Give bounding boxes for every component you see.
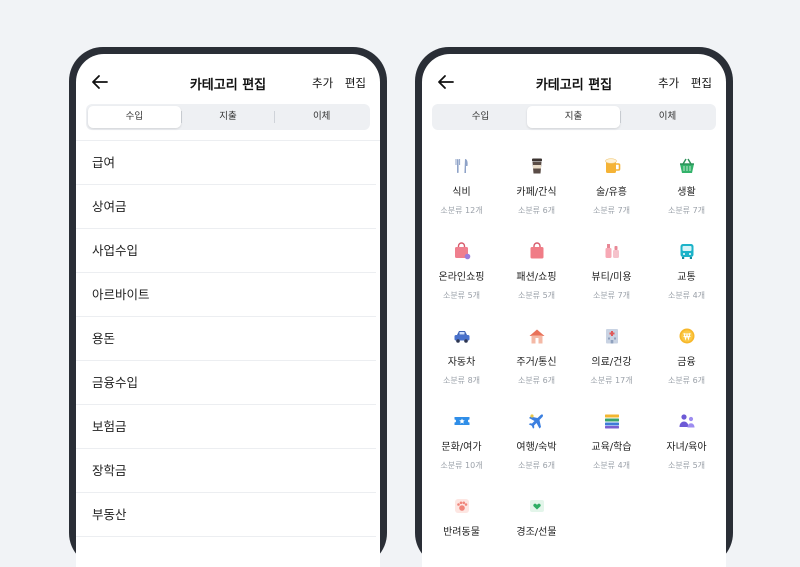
category-list-item[interactable]: 상여금 (76, 185, 376, 229)
subcategory-count: 소분류 5개 (442, 291, 481, 300)
left-phone-frame: 카테고리 편집 추가 편집 수입 지출 이체 급여 상여금 사업수입 아르바이트 용돈 금… (69, 47, 387, 567)
category-name: 식비 (452, 187, 471, 198)
beer-mug-icon (604, 158, 620, 173)
right-phone-frame: 카테고리 편집 추가 편집 수입 지출 이체 식비 소분류 12개 카페/간식 소분류… (415, 47, 733, 567)
category-name: 뷰티/미용 (591, 272, 632, 283)
category-name: 경조/선물 (516, 527, 557, 538)
tab-income[interactable]: 수입 (88, 106, 181, 128)
type-segmented-control: 수입 지출 이체 (86, 104, 370, 130)
coffee-cup-icon (531, 158, 542, 174)
subcategory-count: 소분류 4개 (667, 291, 706, 300)
ticket-icon (454, 417, 469, 425)
category-tile[interactable]: 반려동물 (424, 488, 499, 567)
family-icon (679, 414, 694, 428)
category-name: 술/유흥 (596, 187, 627, 198)
fork-knife-icon (455, 159, 468, 173)
category-tile[interactable]: 카페/간식소분류 6개 (499, 148, 574, 233)
category-name: 문화/여가 (441, 442, 482, 453)
category-name: 생활 (677, 187, 696, 198)
edit-button[interactable]: 편집 (691, 76, 712, 90)
category-name: 자동차 (447, 357, 476, 368)
income-category-list: 급여 상여금 사업수입 아르바이트 용돈 금융수입 보험금 장학금 부동산 (76, 140, 380, 537)
tab-transfer[interactable]: 이체 (621, 106, 714, 128)
category-tile[interactable]: 온라인쇼핑소분류 5개 (424, 233, 499, 318)
category-tile[interactable]: 금융소분류 6개 (649, 318, 724, 403)
category-list-item[interactable]: 급여 (76, 141, 376, 185)
subcategory-count: 소분류 7개 (592, 206, 631, 215)
bus-icon (680, 244, 693, 259)
right-screen: 카테고리 편집 추가 편집 수입 지출 이체 식비 소분류 12개 카페/간식 소분류… (422, 54, 726, 567)
category-tile[interactable]: 여행/숙박소분류 6개 (499, 403, 574, 488)
category-name: 카페/간식 (516, 187, 557, 198)
tab-income[interactable]: 수입 (434, 106, 527, 128)
category-name: 패션/쇼핑 (516, 272, 557, 283)
basket-icon (679, 158, 694, 173)
category-name: 여행/숙박 (516, 442, 557, 453)
tab-expense[interactable]: 지출 (182, 106, 275, 128)
subcategory-count: 소분류 8개 (442, 376, 481, 385)
category-list-item[interactable]: 용돈 (76, 317, 376, 361)
subcategory-count: 소분류 10개 (440, 461, 483, 470)
category-tile[interactable]: 자동차소분류 8개 (424, 318, 499, 403)
subcategory-count: 소분류 17개 (590, 376, 633, 385)
edit-button[interactable]: 편집 (345, 76, 366, 90)
category-list-item[interactable]: 사업수입 (76, 229, 376, 273)
airplane-icon (528, 414, 543, 429)
cosmetics-icon (605, 244, 619, 258)
category-list-item[interactable]: 아르바이트 (76, 273, 376, 317)
add-button[interactable]: 추가 (658, 76, 679, 90)
category-list-item[interactable]: 보험금 (76, 405, 376, 449)
subcategory-count: 소분류 6개 (517, 461, 556, 470)
category-name: 의료/건강 (591, 357, 632, 368)
won-coin-icon (679, 328, 694, 344)
hospital-icon (605, 329, 618, 344)
category-tile[interactable]: 의료/건강소분류 17개 (574, 318, 649, 403)
category-name: 금융 (677, 357, 696, 368)
category-tile[interactable]: 패션/쇼핑소분류 5개 (499, 233, 574, 318)
subcategory-count: 소분류 6개 (667, 376, 706, 385)
category-tile[interactable]: 문화/여가소분류 10개 (424, 403, 499, 488)
category-tile[interactable]: 뷰티/미용소분류 7개 (574, 233, 649, 318)
add-button[interactable]: 추가 (312, 76, 333, 90)
category-tile[interactable]: 교통소분류 4개 (649, 233, 724, 318)
tab-transfer[interactable]: 이체 (275, 106, 368, 128)
category-tile[interactable]: 경조/선물 (499, 488, 574, 567)
subcategory-count: 소분류 12개 (440, 206, 483, 215)
left-screen: 카테고리 편집 추가 편집 수입 지출 이체 급여 상여금 사업수입 아르바이트 용돈 금… (76, 54, 380, 567)
subcategory-count: 소분류 5개 (517, 291, 556, 300)
subcategory-count: 소분류 7개 (667, 206, 706, 215)
category-tile[interactable]: 주거/통신소분류 6개 (499, 318, 574, 403)
category-name: 주거/통신 (516, 357, 557, 368)
gift-card-icon (529, 500, 544, 512)
expense-category-grid: 식비 소분류 12개 카페/간식 소분류 6개 술/유흥 소분류 7개 생활 소분류 7개 온라… (424, 148, 724, 567)
shopping-bag-icon (530, 242, 543, 259)
category-name: 반려동물 (443, 527, 480, 538)
tab-expense[interactable]: 지출 (527, 106, 620, 128)
category-tile[interactable]: 식비소분류 12개 (424, 148, 499, 233)
category-name: 교육/학습 (591, 442, 632, 453)
subcategory-count: 소분류 6개 (517, 206, 556, 215)
header-actions: 추가 편집 (304, 75, 366, 91)
shopping-bag-online-icon (454, 242, 470, 260)
category-list-item[interactable]: 장학금 (76, 449, 376, 493)
category-tile[interactable]: 생활소분류 7개 (649, 148, 724, 233)
category-name: 교통 (677, 272, 696, 283)
paw-icon (454, 499, 469, 513)
house-icon (529, 329, 544, 344)
subcategory-count: 소분류 7개 (592, 291, 631, 300)
category-tile[interactable]: 자녀/육아소분류 5개 (649, 403, 724, 488)
category-tile[interactable]: 교육/학습소분류 4개 (574, 403, 649, 488)
category-list-item[interactable]: 금융수입 (76, 361, 376, 405)
category-list-item[interactable]: 부동산 (76, 493, 376, 537)
header-actions: 추가 편집 (650, 75, 712, 91)
category-name: 온라인쇼핑 (438, 272, 485, 283)
subcategory-count: 소분류 5개 (667, 461, 706, 470)
category-name: 자녀/육아 (666, 442, 707, 453)
books-icon (604, 414, 619, 429)
subcategory-count: 소분류 4개 (592, 461, 631, 470)
subcategory-count: 소분류 6개 (517, 376, 556, 385)
category-tile[interactable]: 술/유흥소분류 7개 (574, 148, 649, 233)
type-segmented-control: 수입 지출 이체 (432, 104, 716, 130)
car-icon (454, 331, 469, 343)
